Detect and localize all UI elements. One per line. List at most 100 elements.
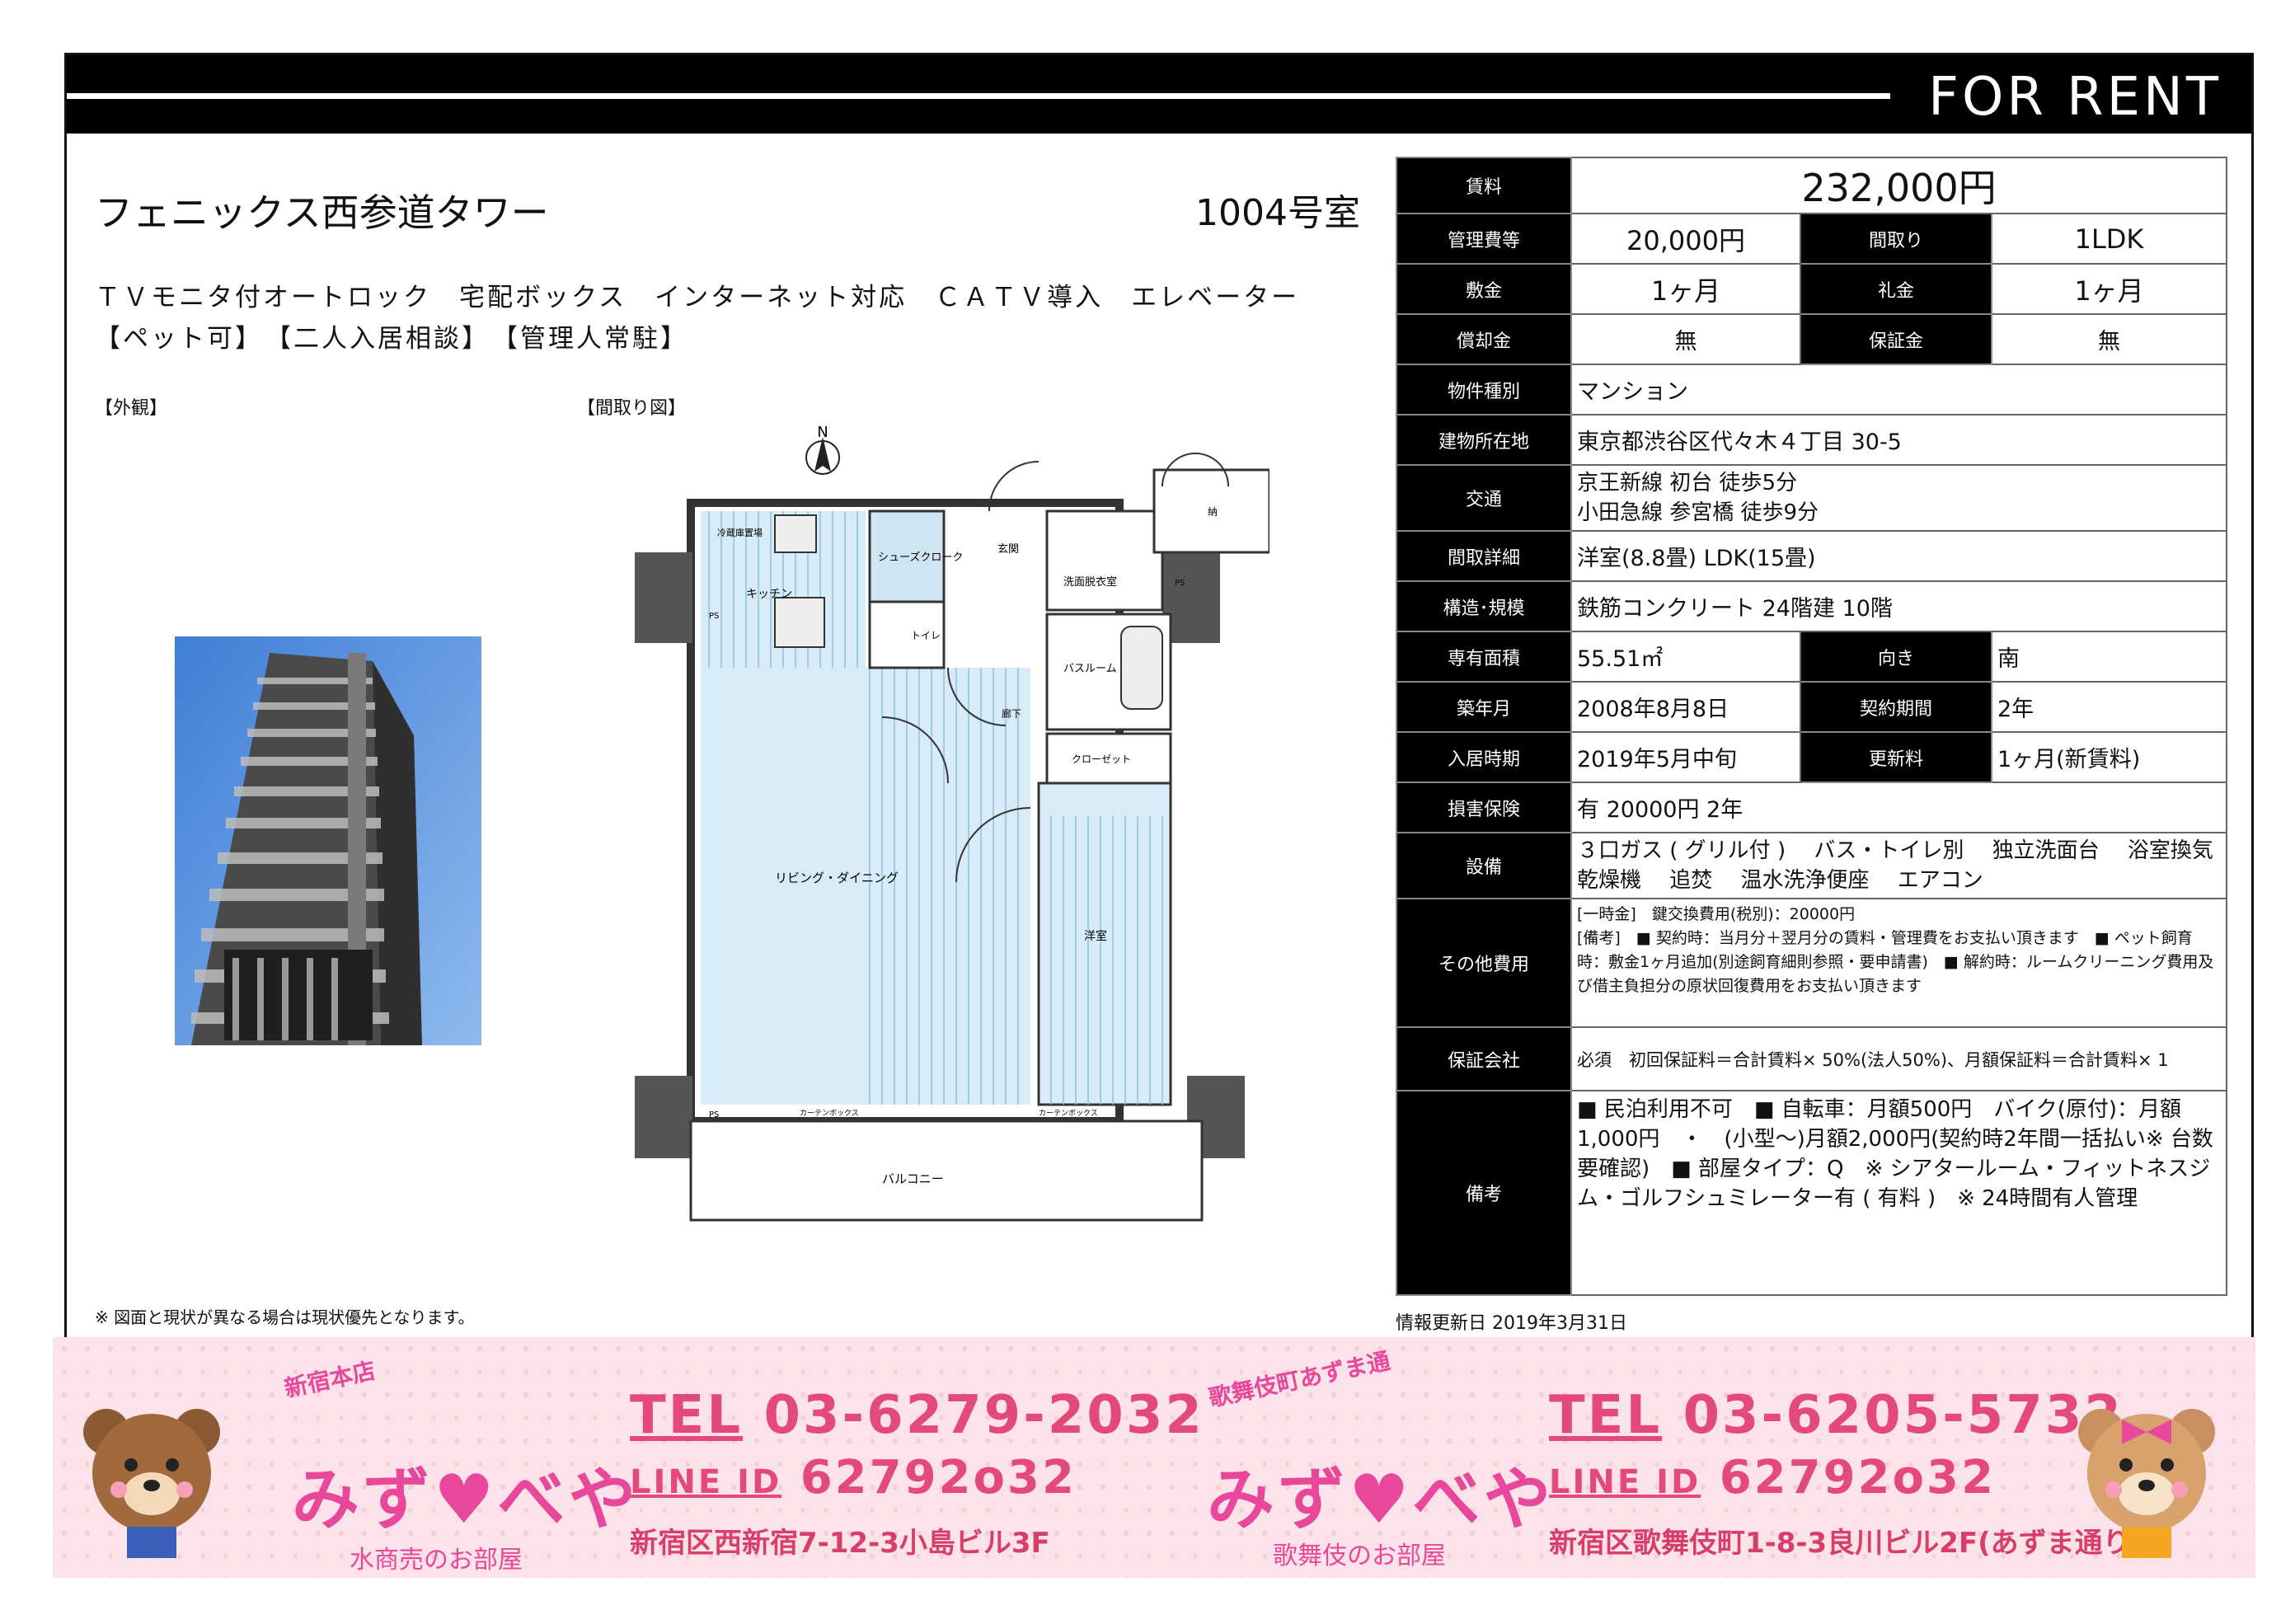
left-tel-number: 03-6279-2032 <box>763 1385 1204 1446</box>
layout-label: 間取り <box>1800 213 1992 265</box>
label-ps-2: PS <box>1175 579 1185 588</box>
label-ps-1: PS <box>709 612 719 621</box>
left-line-value: 62792o32 <box>800 1451 1077 1504</box>
label-curtain-1: カーテンボックス <box>800 1109 859 1118</box>
built-label: 築年月 <box>1396 681 1572 733</box>
room-number: 1004号室 <box>1195 192 1360 234</box>
mgmt-label: 管理費等 <box>1396 213 1572 265</box>
other-costs-line-1: [一時金] 鍵交換費用(税別)：20000円 <box>1577 905 1856 923</box>
type-label: 物件種別 <box>1396 364 1572 415</box>
label-kitchen: キッチン <box>746 588 792 601</box>
movein-label: 入居時期 <box>1396 731 1572 783</box>
built-value: 2008年8月8日 <box>1570 681 1801 733</box>
detail-value: 洋室(8.8畳) LDK(15畳) <box>1570 530 2228 582</box>
mgmt-value: 20,000円 <box>1570 213 1801 265</box>
features-line-1: ＴＶモニタ付オートロック 宅配ボックス インターネット対応 ＣＡＴＶ導入 エレベ… <box>95 283 1300 312</box>
features-line-2: 【ペット可】 【二人入居相談】 【管理人常駐】 <box>95 324 688 354</box>
exterior-photo <box>175 636 481 1045</box>
equipment-value: ３口ガス ( グリル付 ) バス・トイレ別 独立洗面台 浴室換気乾燥機 追焚 温… <box>1570 832 2228 899</box>
deposit-value: 1ヶ月 <box>1570 263 1801 315</box>
term-value: 2年 <box>1990 681 2228 733</box>
left-logo: みず♥べや <box>292 1460 640 1539</box>
right-logo-sub: 歌舞伎のお部屋 <box>1273 1542 1446 1570</box>
info-table: 賃料 232,000円 管理費等 20,000円 間取り 1LDK 敷金 1ヶ月… <box>1396 157 2228 1296</box>
label-fridge: 冷蔵庫置場 <box>717 527 763 538</box>
facing-label: 向き <box>1800 631 1992 683</box>
right-tel[interactable]: TEL 03-6205-5732 <box>1549 1385 2124 1446</box>
left-tel-label: TEL <box>630 1385 744 1446</box>
floorplan-note: ※ 図面と現状が異なる場合は現状優先となります。 <box>95 1307 475 1327</box>
right-line-value: 62792o32 <box>1719 1451 1996 1504</box>
transport-line-1: 京王新線 初台 徒歩5分 <box>1577 471 1798 495</box>
floor-plan: N 冷蔵庫置場 キッチン シューズクローク 玄関 洗面脱衣室 トイレ バスルーム <box>635 424 1270 1222</box>
key-money-label: 礼金 <box>1800 263 1992 315</box>
for-rent-label: FOR RENT <box>1928 67 2222 128</box>
label-shoes: シューズクローク <box>878 551 963 564</box>
structure-label: 構造･規模 <box>1396 580 1572 632</box>
facing-value: 南 <box>1990 631 2228 683</box>
right-line-id[interactable]: LINE ID 62792o32 <box>1549 1451 1996 1504</box>
left-line-id[interactable]: LINE ID 62792o32 <box>630 1451 1077 1504</box>
structure-value: 鉄筋コンクリート 24階建 10階 <box>1570 580 2228 632</box>
right-line-label: LINE ID <box>1549 1463 1701 1501</box>
label-hall: 廊下 <box>1002 707 1021 720</box>
term-label: 契約期間 <box>1800 681 1992 733</box>
floorplan-label: 【間取り図】 <box>577 398 687 419</box>
insurance-label: 損害保険 <box>1396 781 1572 833</box>
other-costs-line-2: [備考] ■ 契約時：当月分＋翌月分の賃料・管理費をお支払い頂きます ■ ペット… <box>1577 929 2214 995</box>
remarks-label: 備考 <box>1396 1090 1572 1296</box>
right-logo: みず♥べや <box>1207 1460 1555 1539</box>
insurance-value: 有 20000円 2年 <box>1570 781 2228 833</box>
right-tel-label: TEL <box>1549 1385 1663 1446</box>
amortization-value: 無 <box>1570 313 1801 365</box>
rent-label: 賃料 <box>1396 157 1572 214</box>
address-label: 建物所在地 <box>1396 414 1572 466</box>
header-bar: FOR RENT <box>67 55 2251 134</box>
label-nook: 納 <box>1208 506 1218 518</box>
detail-label: 間取詳細 <box>1396 530 1572 582</box>
transport-line-2: 小田急線 参宮橋 徒歩9分 <box>1577 500 1819 525</box>
label-living: リビング・ダイニング <box>775 871 899 885</box>
update-date: 情報更新日 2019年3月31日 <box>1396 1313 1627 1334</box>
deposit-label: 敷金 <box>1396 263 1572 315</box>
label-balcony: バルコニー <box>882 1171 944 1186</box>
guarantee-label: 保証金 <box>1800 313 1992 365</box>
bear-girl-mascot-icon <box>2078 1409 2215 1558</box>
movein-value: 2019年5月中旬 <box>1570 731 1801 783</box>
rent-value: 232,000円 <box>1570 157 2228 214</box>
layout-value: 1LDK <box>1990 213 2228 265</box>
label-toilet: トイレ <box>911 630 941 641</box>
key-money-value: 1ヶ月 <box>1990 263 2228 315</box>
equipment-label: 設備 <box>1396 832 1572 899</box>
renewal-label: 更新料 <box>1800 731 1992 783</box>
right-tel-number: 03-6205-5732 <box>1683 1385 2124 1446</box>
label-closet: クローゼット <box>1072 753 1131 765</box>
guarantee-value: 無 <box>1990 313 2228 365</box>
exterior-label: 【外観】 <box>95 398 168 419</box>
transport-label: 交通 <box>1396 464 1572 532</box>
bear-mascot-icon <box>83 1409 220 1558</box>
label-bath: バスルーム <box>1063 663 1117 675</box>
right-address: 新宿区歌舞伎町1-8-3良川ビル2F(あずま通り) <box>1549 1527 2144 1560</box>
remarks-value: ■ 民泊利用不可 ■ 自転車：月額500円 バイク(原付)：月額1,000円 ・… <box>1570 1090 2228 1296</box>
agency-banner: 新宿本店 みず♥べや 水商売のお部屋 TEL 03-6279-2032 LINE… <box>53 1337 2255 1578</box>
north-arrow: N <box>805 424 840 475</box>
left-line-label: LINE ID <box>630 1463 782 1501</box>
header-rule <box>67 93 1890 99</box>
type-value: マンション <box>1570 364 2228 415</box>
property-name: フェニックス西参道タワー <box>95 190 549 235</box>
label-ps-3: PS <box>709 1110 719 1119</box>
other-costs-label: その他費用 <box>1396 898 1572 1028</box>
address-value: 東京都渋谷区代々木４丁目 30-5 <box>1570 414 2228 466</box>
label-entrance: 玄関 <box>997 543 1019 556</box>
renewal-value: 1ヶ月(新賃料) <box>1990 731 2228 783</box>
left-address: 新宿区西新宿7-12-3小島ビル3F <box>630 1527 1050 1560</box>
label-curtain-2: カーテンボックス <box>1039 1109 1098 1118</box>
guarantor-value: 必須 初回保証料＝合計賃料× 50%(法人50%)、月額保証料＝合計賃料× 1 <box>1570 1026 2228 1091</box>
guarantor-label: 保証会社 <box>1396 1026 1572 1091</box>
label-washroom: 洗面脱衣室 <box>1063 575 1117 589</box>
area-value: 55.51㎡ <box>1570 631 1801 683</box>
left-tel[interactable]: TEL 03-6279-2032 <box>630 1385 1204 1446</box>
other-costs-value: [一時金] 鍵交換費用(税別)：20000円 [備考] ■ 契約時：当月分＋翌月… <box>1570 898 2228 1028</box>
label-western: 洋室 <box>1084 929 1107 943</box>
